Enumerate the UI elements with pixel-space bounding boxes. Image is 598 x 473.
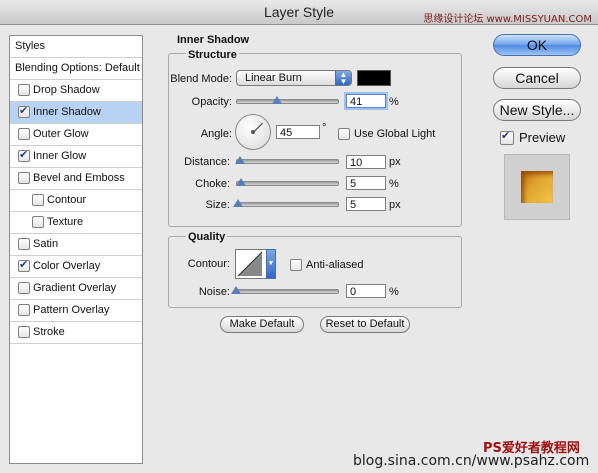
- sidebar-item-inner-glow[interactable]: Inner Glow: [10, 146, 142, 168]
- watermark-bottom-2: blog.sina.com.cn/www.psahz.com: [353, 453, 590, 469]
- sidebar-checkbox[interactable]: [18, 258, 30, 272]
- sidebar-item-label: Satin: [33, 238, 59, 250]
- contour-label: Contour:: [187, 258, 230, 270]
- make-default-button[interactable]: Make Default: [220, 316, 304, 333]
- sidebar-item-label: Gradient Overlay: [33, 282, 117, 294]
- noise-slider-thumb[interactable]: [231, 286, 241, 294]
- distance-slider-thumb[interactable]: [235, 156, 246, 164]
- anti-aliased-label: Anti-aliased: [306, 259, 364, 271]
- sidebar-checkbox[interactable]: [18, 84, 30, 96]
- angle-dial[interactable]: [235, 114, 271, 150]
- sidebar-item-inner-shadow[interactable]: Inner Shadow: [10, 102, 142, 124]
- preview-thumbnail: [504, 154, 570, 220]
- noise-slider-track[interactable]: [236, 289, 339, 294]
- sidebar-item-bevel-and-emboss[interactable]: Bevel and Emboss: [10, 168, 142, 190]
- choke-input[interactable]: 5: [346, 176, 386, 190]
- sidebar-item-outer-glow[interactable]: Outer Glow: [10, 124, 142, 146]
- contour-curve-icon: [237, 251, 263, 277]
- blend-mode-select[interactable]: Linear Burn ▲ ▼: [236, 70, 352, 86]
- opacity-slider-thumb[interactable]: [272, 96, 283, 104]
- sidebar-item-styles[interactable]: Styles: [10, 36, 142, 58]
- new-style-button[interactable]: New Style...: [493, 99, 581, 121]
- distance-slider-track[interactable]: [236, 159, 339, 164]
- structure-title: Structure: [186, 49, 239, 61]
- shadow-color-swatch[interactable]: [357, 70, 391, 86]
- choke-slider-thumb[interactable]: [236, 178, 247, 186]
- sidebar-checkbox[interactable]: [18, 238, 30, 250]
- choke-label: Choke:: [195, 178, 230, 190]
- contour-dropdown-arrow-icon[interactable]: ▼: [266, 249, 276, 279]
- distance-label: Distance:: [184, 156, 230, 168]
- reset-to-default-button[interactable]: Reset to Default: [320, 316, 410, 333]
- sidebar-item-label: Texture: [47, 216, 84, 228]
- distance-input[interactable]: 10: [346, 155, 386, 169]
- contour-picker[interactable]: [235, 249, 268, 279]
- sidebar-item-label: Blending Options: Default: [15, 62, 140, 74]
- sidebar-item-pattern-overlay[interactable]: Pattern Overlay: [10, 300, 142, 322]
- sidebar-checkbox[interactable]: [32, 194, 44, 206]
- sidebar-checkbox[interactable]: [18, 128, 30, 140]
- sidebar-item-blending-options-default[interactable]: Blending Options: Default: [10, 58, 142, 80]
- quality-title: Quality: [186, 231, 228, 243]
- preview-swatch: [521, 171, 553, 203]
- sidebar-item-color-overlay[interactable]: Color Overlay: [10, 256, 142, 278]
- angle-input[interactable]: 45: [276, 125, 320, 139]
- noise-input[interactable]: 0: [346, 284, 386, 298]
- opacity-unit: %: [389, 96, 399, 108]
- sidebar-item-label: Inner Glow: [33, 150, 87, 162]
- sidebar-checkbox[interactable]: [32, 216, 44, 228]
- choke-unit: %: [389, 178, 399, 190]
- sidebar-item-texture[interactable]: Texture: [10, 212, 142, 234]
- preview-label: Preview: [519, 130, 566, 145]
- sidebar-checkbox[interactable]: [18, 172, 30, 184]
- sidebar-checkbox[interactable]: [18, 304, 30, 316]
- angle-dial-center: [251, 130, 255, 134]
- sidebar-item-label: Pattern Overlay: [33, 304, 110, 316]
- watermark-top: 思缘设计论坛 www.MISSYUAN.COM: [423, 14, 592, 25]
- distance-unit: px: [389, 156, 401, 168]
- size-unit: px: [389, 199, 401, 211]
- sidebar-item-label: Stroke: [33, 326, 65, 338]
- select-arrows-icon: ▲ ▼: [335, 71, 351, 86]
- size-input[interactable]: 5: [346, 197, 386, 211]
- sidebar-checkbox[interactable]: [18, 148, 30, 162]
- sidebar-checkbox[interactable]: [18, 104, 30, 118]
- sidebar-item-label: Styles: [15, 40, 45, 52]
- opacity-label: Opacity:: [191, 96, 232, 108]
- opacity-input[interactable]: 41: [346, 94, 386, 108]
- choke-slider-track[interactable]: [236, 181, 339, 186]
- size-slider-track[interactable]: [236, 202, 339, 207]
- sidebar-item-label: Outer Glow: [33, 128, 89, 140]
- blend-mode-label: Blend Mode:: [170, 73, 232, 85]
- angle-label: Angle:: [200, 128, 232, 140]
- noise-unit: %: [389, 286, 399, 298]
- sidebar-item-drop-shadow[interactable]: Drop Shadow: [10, 80, 142, 102]
- sidebar-item-satin[interactable]: Satin: [10, 234, 142, 256]
- sidebar-item-stroke[interactable]: Stroke: [10, 322, 142, 344]
- blend-mode-value: Linear Burn: [245, 72, 302, 84]
- noise-label: Noise:: [198, 286, 230, 298]
- sidebar-item-label: Inner Shadow: [33, 106, 101, 118]
- preview-checkbox[interactable]: [500, 129, 514, 145]
- use-global-light-label: Use Global Light: [354, 128, 436, 140]
- angle-unit: °: [322, 122, 327, 134]
- sidebar-item-contour[interactable]: Contour: [10, 190, 142, 212]
- size-label: Size:: [205, 199, 230, 211]
- opacity-slider-track[interactable]: [236, 99, 339, 104]
- cancel-button[interactable]: Cancel: [493, 67, 581, 89]
- size-slider-thumb[interactable]: [233, 199, 244, 207]
- sidebar-item-gradient-overlay[interactable]: Gradient Overlay: [10, 278, 142, 300]
- anti-aliased-checkbox[interactable]: [290, 259, 302, 271]
- sidebar-checkbox[interactable]: [18, 282, 30, 294]
- sidebar-checkbox[interactable]: [18, 326, 30, 338]
- sidebar-item-label: Drop Shadow: [33, 84, 100, 96]
- use-global-light-checkbox[interactable]: [338, 128, 350, 140]
- sidebar-item-label: Contour: [47, 194, 87, 206]
- sidebar-item-label: Color Overlay: [33, 260, 101, 272]
- inner-shadow-title: Inner Shadow: [177, 34, 250, 46]
- sidebar-item-label: Bevel and Emboss: [33, 172, 125, 184]
- ok-button[interactable]: OK: [493, 34, 581, 56]
- styles-sidebar: Styles Blending Options: Default Drop Shad…: [9, 35, 143, 464]
